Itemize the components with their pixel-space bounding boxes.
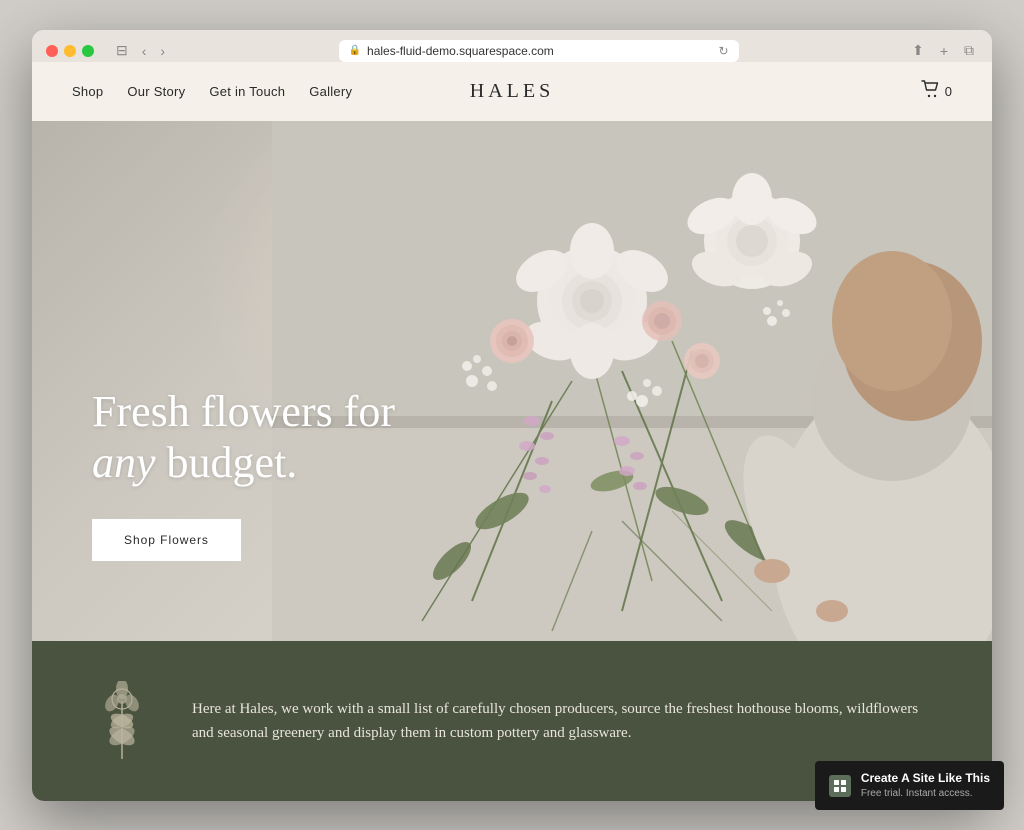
- address-bar[interactable]: 🔒 hales-fluid-demo.squarespace.com ↻: [339, 40, 739, 62]
- address-bar-container: 🔒 hales-fluid-demo.squarespace.com ↻: [179, 40, 898, 62]
- cart-icon[interactable]: [921, 80, 941, 103]
- minimize-button[interactable]: [64, 45, 76, 57]
- hero-headline-line1: Fresh flowers for: [92, 387, 395, 436]
- info-paragraph: Here at Hales, we work with a small list…: [192, 697, 932, 745]
- nav-left: Shop Our Story Get in Touch Gallery: [72, 84, 352, 99]
- maximize-button[interactable]: [82, 45, 94, 57]
- browser-title-bar: ⊟ ‹ › 🔒 hales-fluid-demo.squarespace.com…: [46, 40, 978, 62]
- hero-content: Fresh flowers for any budget. Shop Flowe…: [92, 387, 395, 560]
- traffic-lights: [46, 45, 94, 57]
- url-text: hales-fluid-demo.squarespace.com: [367, 44, 554, 58]
- cart-count: 0: [945, 84, 952, 99]
- share-button[interactable]: ⬆: [908, 40, 928, 61]
- botanical-icon: [92, 681, 152, 761]
- squarespace-banner-subtitle: Free trial. Instant access.: [861, 787, 990, 800]
- flower-arrangement: [272, 121, 992, 641]
- back-button[interactable]: ‹: [138, 41, 151, 61]
- lock-icon: 🔒: [349, 45, 361, 56]
- site-logo[interactable]: HALES: [470, 80, 554, 103]
- nav-right: 0: [921, 80, 952, 103]
- website-content: Shop Our Story Get in Touch Gallery HALE…: [32, 62, 992, 801]
- hero-headline-italic: any: [92, 438, 156, 487]
- copy-button[interactable]: ⧉: [960, 40, 978, 61]
- squarespace-banner-title: Create A Site Like This: [861, 771, 990, 787]
- hero-section: Fresh flowers for any budget. Shop Flowe…: [32, 121, 992, 641]
- shop-flowers-button[interactable]: Shop Flowers: [92, 519, 241, 561]
- browser-controls: ⊟ ‹ ›: [112, 40, 169, 61]
- new-tab-button[interactable]: +: [936, 41, 952, 61]
- squarespace-banner-text: Create A Site Like This Free trial. Inst…: [861, 771, 990, 800]
- browser-actions: ⬆ + ⧉: [908, 40, 978, 61]
- nav-link-shop[interactable]: Shop: [72, 84, 103, 99]
- squarespace-banner[interactable]: Create A Site Like This Free trial. Inst…: [815, 761, 1004, 810]
- forward-button[interactable]: ›: [156, 41, 169, 61]
- squarespace-logo: [829, 775, 851, 797]
- hero-headline-rest: budget.: [156, 438, 298, 487]
- site-nav: Shop Our Story Get in Touch Gallery HALE…: [32, 62, 992, 121]
- nav-link-gallery[interactable]: Gallery: [309, 84, 352, 99]
- nav-link-our-story[interactable]: Our Story: [127, 84, 185, 99]
- refresh-icon[interactable]: ↻: [719, 44, 729, 58]
- sidebar-toggle-button[interactable]: ⊟: [112, 40, 132, 61]
- hero-headline: Fresh flowers for any budget.: [92, 387, 395, 488]
- close-button[interactable]: [46, 45, 58, 57]
- browser-window: ⊟ ‹ › 🔒 hales-fluid-demo.squarespace.com…: [32, 30, 992, 801]
- nav-link-get-in-touch[interactable]: Get in Touch: [209, 84, 285, 99]
- browser-chrome: ⊟ ‹ › 🔒 hales-fluid-demo.squarespace.com…: [32, 30, 992, 62]
